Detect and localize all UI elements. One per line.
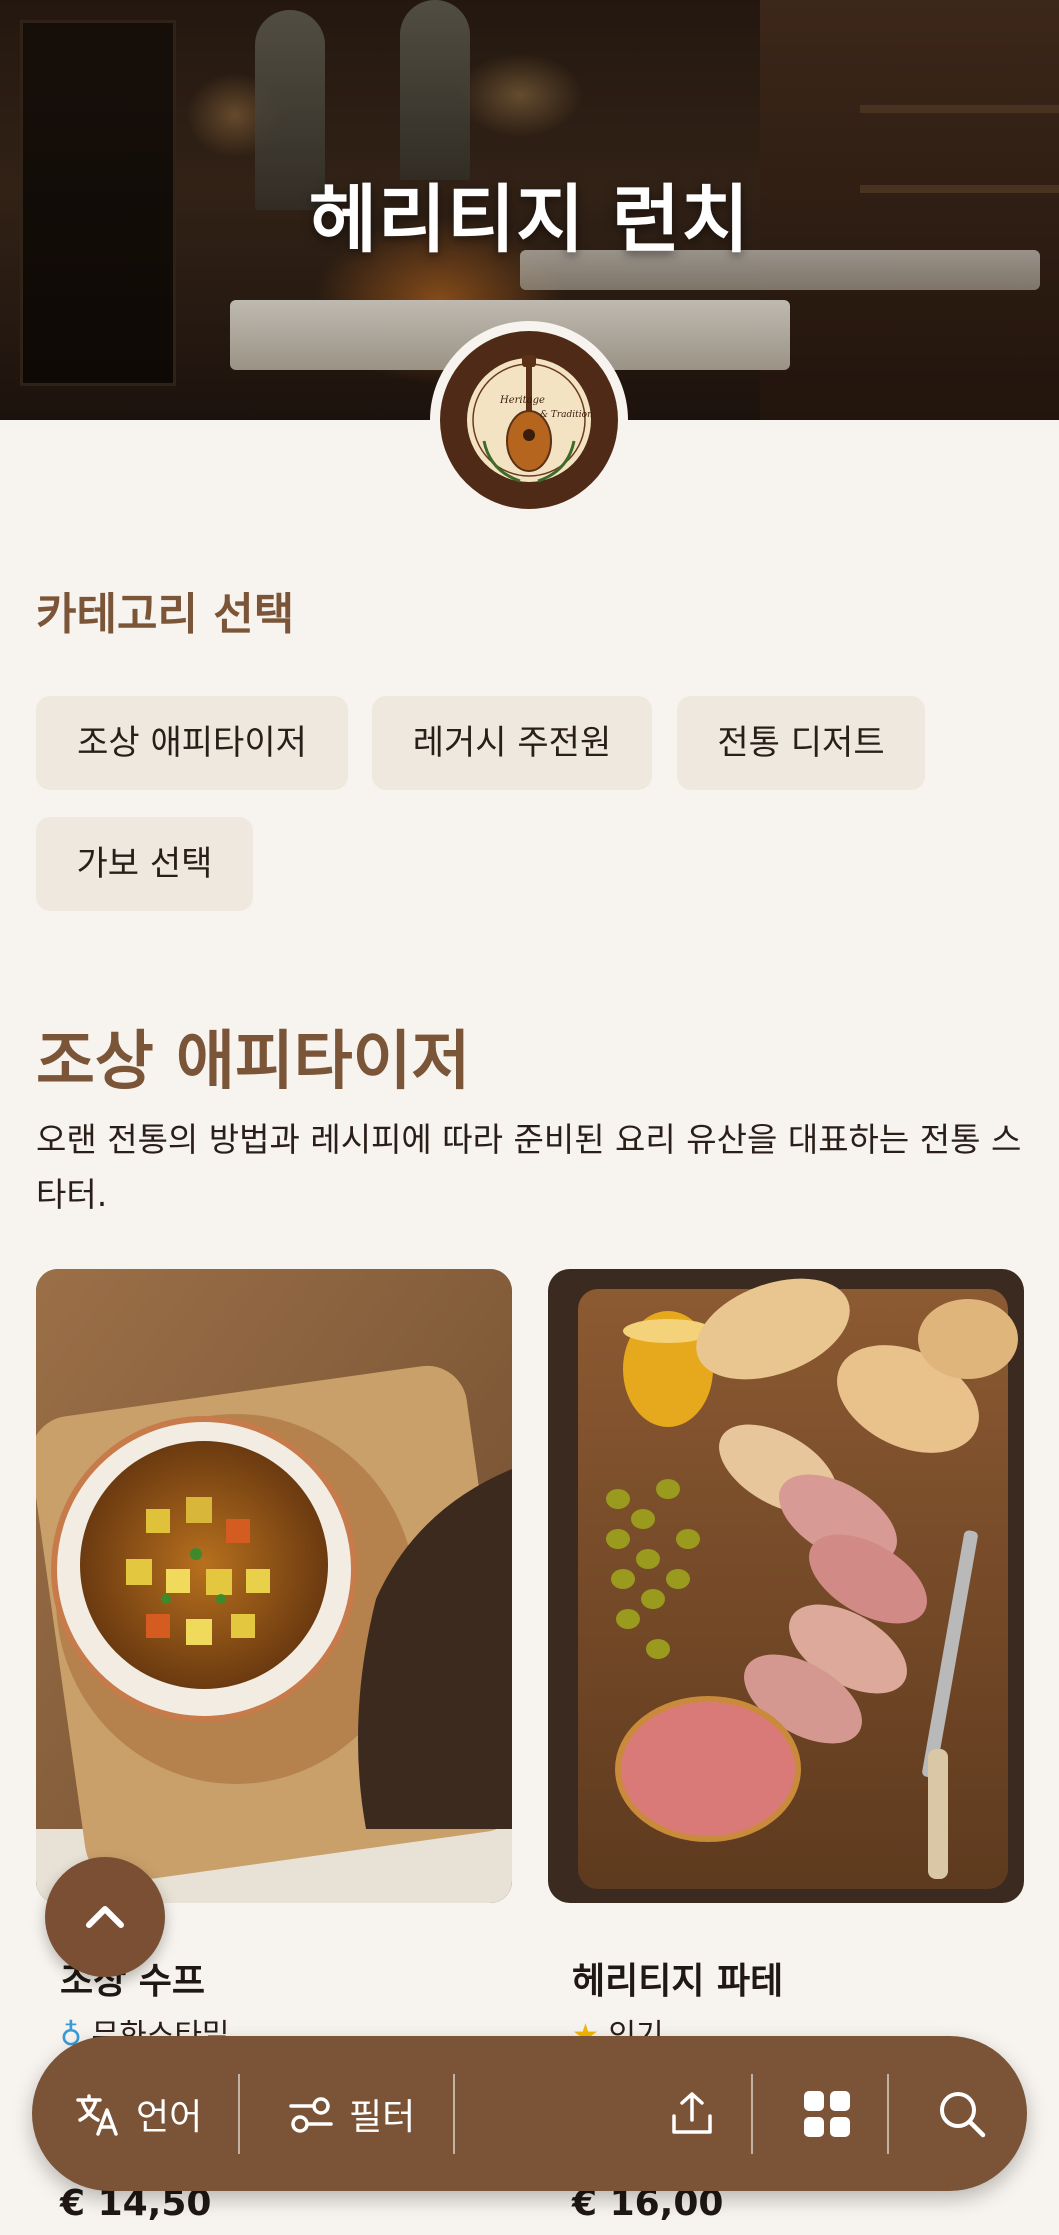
language-button[interactable]: 언어 <box>74 2036 234 2191</box>
product-name[interactable]: 헤리티지 파테 <box>572 1952 783 2004</box>
mandolin-logo-icon: Heritage & Tradition <box>467 355 593 483</box>
filter-button[interactable]: 필터 <box>287 2036 447 2191</box>
page-title: 헤리티지 런치 <box>308 177 751 263</box>
language-label: 언어 <box>136 2096 203 2138</box>
category-chip-desserts[interactable]: 전통 디저트 <box>677 696 925 790</box>
filter-icon <box>289 2096 333 2133</box>
separator <box>887 2074 889 2154</box>
category-section-label: 카테고리 선택 <box>36 589 295 640</box>
category-title: 조상 애피타이저 <box>36 1025 471 1099</box>
logo-text-heritage: Heritage <box>499 395 545 406</box>
category-chip-heirloom[interactable]: 가보 선택 <box>36 817 253 911</box>
product-image-soup[interactable] <box>36 1269 512 1903</box>
separator <box>751 2074 753 2154</box>
search-icon <box>940 2091 986 2137</box>
grid-view-button[interactable] <box>787 2036 867 2191</box>
bottom-action-bar: 언어 필터 <box>32 2036 1027 2191</box>
share-icon <box>672 2091 712 2134</box>
category-description: 오랜 전통의 방법과 레시피에 따라 준비된 요리 유산을 대표하는 전통 스타… <box>36 1120 1022 1214</box>
product-image-pate[interactable] <box>548 1269 1024 1903</box>
filter-label: 필터 <box>349 2096 416 2138</box>
translate-icon <box>76 2093 118 2136</box>
search-button[interactable] <box>922 2036 1002 2191</box>
scroll-to-top-button[interactable] <box>45 1857 165 1977</box>
restaurant-logo: Heritage & Tradition <box>430 321 628 519</box>
category-chip-mains[interactable]: 레거시 주전원 <box>372 696 652 790</box>
logo-text-tradition: & Tradition <box>540 410 593 420</box>
separator <box>453 2074 455 2154</box>
separator <box>238 2074 240 2154</box>
chevron-up-icon <box>86 1906 124 1928</box>
share-button[interactable] <box>652 2036 732 2191</box>
category-chip-appetizers[interactable]: 조상 애피타이저 <box>36 696 348 790</box>
grid-icon <box>804 2090 850 2137</box>
